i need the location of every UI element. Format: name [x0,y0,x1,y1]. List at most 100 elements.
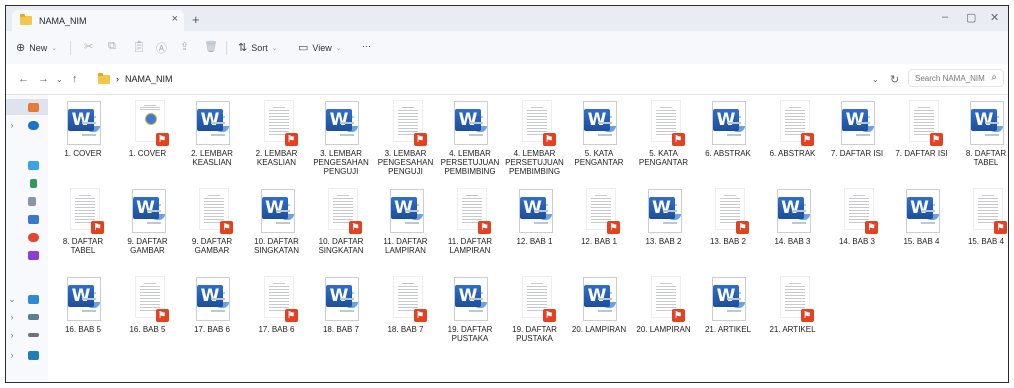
sort-button[interactable]: ⇅ Sort ⌄ [238,41,278,54]
sidebar-item-onedrive[interactable]: › [6,117,48,133]
pdf-file-item[interactable]: ⚑ 13. BAB 2 [695,187,761,267]
tab-nama-nim[interactable]: NAMA_NIM × [12,10,184,31]
sidebar-item-drive[interactable]: › [6,327,48,343]
pdf-badge-icon: ⚑ [542,133,556,146]
minimize-button[interactable]: – [942,11,948,23]
sidebar-item-music[interactable] [6,229,48,245]
word-file-item[interactable]: W 7. DAFTAR ISI [824,99,890,179]
pdf-file-item[interactable]: ⚑ 18. BAB 7 [373,275,439,355]
word-file-item[interactable]: W 13. BAB 2 [631,187,697,267]
view-button[interactable]: ▭ View ⌄ [298,41,342,54]
word-document-icon: W [898,189,944,235]
sidebar-item-documents[interactable] [6,193,48,209]
cloud-icon [28,120,39,130]
share-icon[interactable]: ⇪ [180,40,189,53]
cut-icon[interactable]: ✂ [84,40,93,53]
word-file-item[interactable]: W 9. DAFTAR GAMBAR [115,187,181,267]
word-file-item[interactable]: W 15. BAB 4 [889,187,955,267]
word-file-item[interactable]: W 12. BAB 1 [502,187,568,267]
pdf-document-icon: ⚑ [511,101,557,147]
back-icon[interactable]: ← [18,73,29,85]
sidebar-item-pictures[interactable] [6,211,48,227]
computer-icon [28,294,39,304]
sidebar-item-this-pc[interactable]: ⌄ [6,291,48,307]
word-file-item[interactable]: W 3. LEMBAR PENGESAHAN PENGUJI [308,99,374,179]
word-file-item[interactable]: W 1. COVER [50,99,116,179]
more-options-button[interactable]: ··· [362,41,371,51]
sidebar-item-desktop[interactable] [6,157,48,173]
paste-icon[interactable]: 📋︎ [132,40,146,53]
pdf-document-icon: ⚑ [382,277,428,323]
pdf-file-item[interactable]: ⚑ 3. LEMBAR PENGESAHAN PENGUJI [373,99,439,179]
tab-close-icon[interactable]: × [172,13,178,25]
breadcrumb[interactable]: NAMA_NIM [125,74,173,84]
pdf-file-item[interactable]: ⚑ 21. ARTIKEL [760,275,826,355]
word-file-item[interactable]: W 18. BAB 7 [308,275,374,355]
word-file-item[interactable]: W 20. LAMPIRAN [566,275,632,355]
word-file-item[interactable]: W 16. BAB 5 [50,275,116,355]
sidebar-item-videos[interactable] [6,247,48,263]
pdf-file-item[interactable]: ⚑ 8. DAFTAR TABEL [50,187,116,267]
word-document-icon: W [446,101,492,147]
close-window-button[interactable]: ✕ [990,11,999,24]
new-tab-button[interactable]: + [192,12,200,27]
word-file-item[interactable]: W 10. DAFTAR SINGKATAN [244,187,310,267]
search-input[interactable]: Search NAMA_NIM ⌕ [908,69,1004,87]
file-name-label: 8. DAFTAR TABEL [965,149,1007,167]
refresh-icon[interactable]: ↻ [890,73,899,86]
word-file-item[interactable]: W 17. BAB 6 [179,275,245,355]
new-button[interactable]: ⊕ New ⌄ [16,41,57,54]
chevron-right-icon: › [10,350,14,360]
pdf-file-item[interactable]: ⚑ 9. DAFTAR GAMBAR [179,187,245,267]
word-file-item[interactable]: W 11. DAFTAR LAMPIRAN [373,187,439,267]
word-file-item[interactable]: W 5. KATA PENGANTAR [566,99,632,179]
word-document-icon: W [575,277,621,323]
sidebar-item-network[interactable]: › [6,309,48,325]
word-document-icon: W [382,189,428,235]
address-dropdown-icon[interactable]: ⌄ [872,75,879,84]
up-icon[interactable]: ↑ [72,73,78,85]
word-file-item[interactable]: W 8. DAFTAR TABEL [953,99,1008,179]
word-document-icon: W [59,101,105,147]
sidebar-item-linux[interactable]: › [6,347,48,363]
pdf-file-item[interactable]: ⚑ 17. BAB 6 [244,275,310,355]
word-file-item[interactable]: W 6. ABSTRAK [695,99,761,179]
word-file-item[interactable]: W 19. DAFTAR PUSTAKA [437,275,503,355]
rename-icon[interactable]: Ⓐ [156,40,167,56]
address-bar[interactable]: › NAMA_NIM [98,70,888,88]
file-name-label: 3. LEMBAR PENGESAHAN PENGUJI [377,149,434,176]
pdf-file-item[interactable]: ⚑ 5. KATA PENGANTAR [631,99,697,179]
pdf-document-icon: ⚑ [640,277,686,323]
pdf-file-item[interactable]: ⚑ 10. DAFTAR SINGKATAN [308,187,374,267]
file-name-label: 5. KATA PENGANTAR [638,149,689,167]
word-file-item[interactable]: W 14. BAB 3 [760,187,826,267]
pdf-file-item[interactable]: ⚑ 19. DAFTAR PUSTAKA [502,275,568,355]
pdf-file-item[interactable]: ⚑ 11. DAFTAR LAMPIRAN [437,187,503,267]
forward-icon[interactable]: → [38,73,49,85]
pdf-document-icon: ⚑ [124,277,170,323]
pdf-file-item[interactable]: ⚑ 1. COVER [115,99,181,179]
maximize-button[interactable]: ▢ [966,11,976,24]
recent-locations-icon[interactable]: ⌄ [56,75,63,84]
pdf-file-item[interactable]: ⚑ 16. BAB 5 [115,275,181,355]
pdf-file-item[interactable]: ⚑ 7. DAFTAR ISI [889,99,955,179]
sidebar-item-home[interactable] [6,99,48,115]
word-file-item[interactable]: W 4. LEMBAR PERSETUJUAN PEMBIMBING [437,99,503,179]
chevron-right-icon: › [10,330,14,340]
word-file-item[interactable]: W 2. LEMBAR KEASLIAN [179,99,245,179]
pdf-document-icon: ⚑ [769,101,815,147]
copy-icon[interactable]: ⧉ [108,40,116,53]
pdf-file-item[interactable]: ⚑ 6. ABSTRAK [760,99,826,179]
word-file-item[interactable]: W 21. ARTIKEL [695,275,761,355]
pdf-file-item[interactable]: ⚑ 14. BAB 3 [824,187,890,267]
delete-icon[interactable]: 🗑︎ [204,40,218,53]
word-document-icon: W [188,101,234,147]
pdf-file-item[interactable]: ⚑ 2. LEMBAR KEASLIAN [244,99,310,179]
pdf-file-item[interactable]: ⚑ 20. LAMPIRAN [631,275,697,355]
pdf-file-item[interactable]: ⚑ 15. BAB 4 [953,187,1008,267]
pdf-file-item[interactable]: ⚑ 12. BAB 1 [566,187,632,267]
folder-icon [20,14,32,25]
pdf-file-item[interactable]: ⚑ 4. LEMBAR PERSETUJUAN PEMBIMBING [502,99,568,179]
sidebar-item-downloads[interactable] [6,175,48,191]
word-document-icon: W [769,189,815,235]
